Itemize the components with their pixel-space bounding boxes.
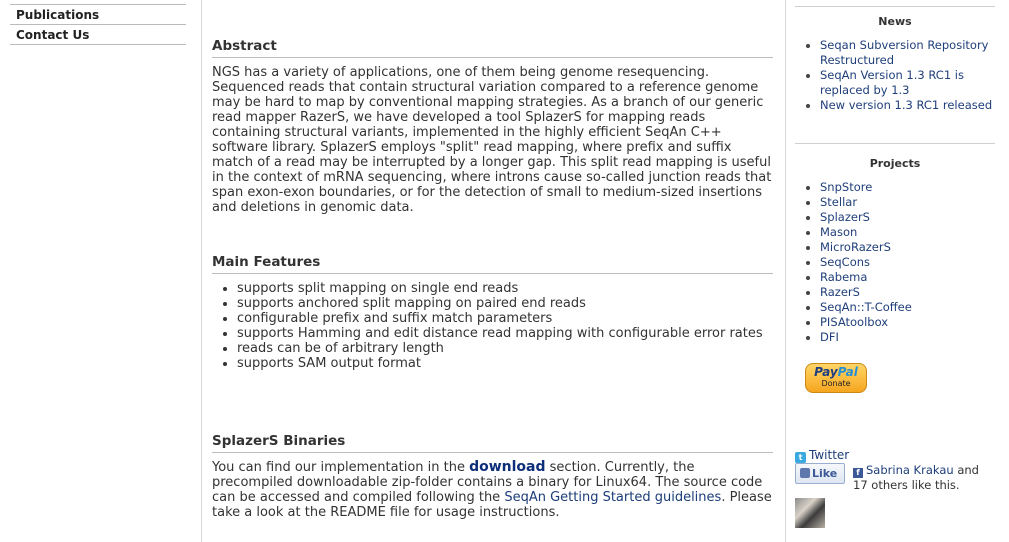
binaries-heading: SplazerS Binaries: [212, 433, 773, 453]
project-link-mason[interactable]: Mason: [820, 225, 857, 239]
project-link-microrazers[interactable]: MicroRazerS: [820, 240, 891, 254]
list-item: SplazerS: [820, 210, 995, 225]
paypal-logo-part: Pay: [814, 365, 838, 379]
list-item: MicroRazerS: [820, 240, 995, 255]
paypal-logo-part: Pal: [837, 365, 858, 379]
list-item: New version 1.3 RC1 released: [820, 98, 995, 113]
abstract-heading: Abstract: [212, 38, 773, 58]
list-item: reads can be of arbitrary length: [237, 341, 773, 356]
getting-started-link[interactable]: SeqAn Getting Started guidelines: [504, 490, 721, 505]
project-link-rabema[interactable]: Rabema: [820, 270, 867, 284]
side-navigation: Publications Contact Us: [10, 0, 186, 45]
facebook-like-summary: f Sabrina Krakau and 17 others like this.: [853, 463, 993, 492]
projects-box: Projects SnpStore Stellar SplazerS Mason…: [795, 157, 995, 345]
abstract-text: NGS has a variety of applications, one o…: [212, 65, 772, 215]
project-link-seqcons[interactable]: SeqCons: [820, 255, 870, 269]
twitter-label: Twitter: [809, 448, 850, 462]
project-link-seqan-tcoffee[interactable]: SeqAn::T-Coffee: [820, 300, 912, 314]
list-item: Rabema: [820, 270, 995, 285]
list-item: Stellar: [820, 195, 995, 210]
nav-item-contact-us[interactable]: Contact Us: [10, 25, 186, 45]
list-item: supports SAM output format: [237, 356, 773, 371]
list-item: Mason: [820, 225, 995, 240]
project-link-dfi[interactable]: DFI: [820, 330, 839, 344]
facebook-like-button[interactable]: Like: [795, 463, 845, 484]
twitter-icon: t: [795, 452, 806, 463]
abstract-section: Abstract NGS has a variety of applicatio…: [212, 38, 773, 215]
project-link-splazers[interactable]: SplazerS: [820, 210, 870, 224]
paypal-donate-button[interactable]: PayPal Donate: [805, 363, 867, 393]
news-link[interactable]: Seqan Subversion Repository Restructured: [820, 38, 988, 67]
facebook-icon: f: [853, 468, 863, 478]
list-item: supports Hamming and edit distance read …: [237, 326, 773, 341]
project-link-stellar[interactable]: Stellar: [820, 195, 857, 209]
facebook-friend-link[interactable]: Sabrina Krakau: [866, 463, 954, 477]
features-heading: Main Features: [212, 254, 773, 274]
news-box: News Seqan Subversion Repository Restruc…: [795, 15, 995, 113]
project-link-razers[interactable]: RazerS: [820, 285, 860, 299]
projects-list: SnpStore Stellar SplazerS Mason MicroRaz…: [795, 180, 995, 345]
thumbs-up-icon: [800, 468, 810, 478]
list-item: configurable prefix and suffix match par…: [237, 311, 773, 326]
list-item: RazerS: [820, 285, 995, 300]
list-item: SeqCons: [820, 255, 995, 270]
donate-label: Donate: [821, 379, 851, 388]
paypal-logo: PayPal: [806, 365, 866, 379]
project-link-snpstore[interactable]: SnpStore: [820, 180, 872, 194]
list-item: DFI: [820, 330, 995, 345]
download-link[interactable]: download: [469, 459, 545, 475]
list-item: SnpStore: [820, 180, 995, 195]
news-link[interactable]: New version 1.3 RC1 released: [820, 98, 992, 112]
projects-title: Projects: [869, 157, 921, 170]
like-label: Like: [812, 467, 838, 480]
binaries-text-part: You can find our implementation in the: [212, 460, 470, 475]
features-list: supports split mapping on single end rea…: [212, 281, 773, 371]
divider: [795, 6, 995, 7]
avatar[interactable]: [795, 498, 825, 528]
list-item: supports split mapping on single end rea…: [237, 281, 773, 296]
right-sidebar: News Seqan Subversion Repository Restruc…: [786, 0, 1009, 542]
news-list: Seqan Subversion Repository Restructured…: [795, 38, 995, 113]
list-item: SeqAn Version 1.3 RC1 is replaced by 1.3: [820, 68, 995, 98]
list-item: supports anchored split mapping on paire…: [237, 296, 773, 311]
left-nav-column: Publications Contact Us: [0, 0, 202, 542]
binaries-section: SplazerS Binaries You can find our imple…: [212, 433, 773, 520]
divider: [795, 143, 995, 144]
news-title: News: [878, 15, 912, 28]
nav-item-publications[interactable]: Publications: [10, 4, 186, 25]
main-content: Abstract NGS has a variety of applicatio…: [201, 0, 786, 542]
features-section: Main Features supports split mapping on …: [212, 254, 773, 371]
list-item: PISAtoolbox: [820, 315, 995, 330]
twitter-link[interactable]: t Twitter: [795, 448, 849, 463]
project-link-pisatoolbox[interactable]: PISAtoolbox: [820, 315, 888, 329]
news-link[interactable]: SeqAn Version 1.3 RC1 is replaced by 1.3: [820, 68, 964, 97]
binaries-text: You can find our implementation in the d…: [212, 459, 773, 521]
list-item: SeqAn::T-Coffee: [820, 300, 995, 315]
list-item: Seqan Subversion Repository Restructured: [820, 38, 995, 68]
